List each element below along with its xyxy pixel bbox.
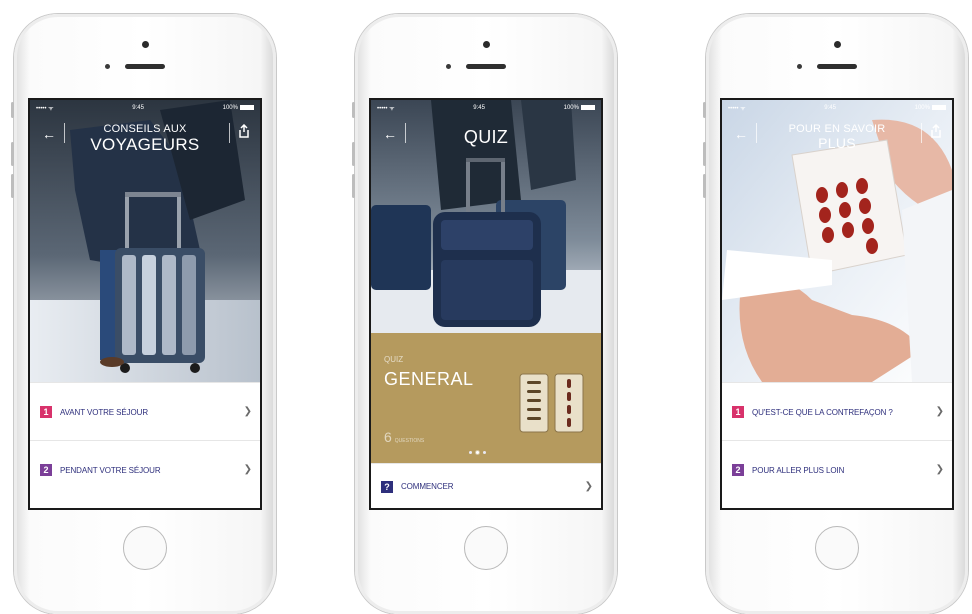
nav-divider-left [64, 123, 65, 143]
earpiece-speaker [817, 64, 857, 69]
menu-item-during-stay[interactable]: 2 PENDANT VOTRE SÉJOUR ❯ [30, 440, 260, 499]
start-quiz-button[interactable]: ? COMMENCER ❯ [371, 463, 601, 508]
question-mark-badge: ? [381, 480, 393, 493]
home-button[interactable] [815, 526, 859, 570]
section-number-badge: 2 [732, 464, 744, 476]
nav-divider-right [921, 123, 922, 143]
quiz-subtitle: QUIZ [384, 355, 404, 364]
earpiece-speaker [466, 64, 506, 69]
volume-down-button [352, 174, 355, 198]
status-bar: ••••• ᯤ 9:45 100% [728, 103, 946, 113]
proximity-sensor [105, 64, 110, 69]
chevron-right-icon: ❯ [584, 480, 593, 492]
home-button[interactable] [123, 526, 167, 570]
front-camera [482, 41, 490, 48]
menu-item-go-further[interactable]: 2 POUR ALLER PLUS LOIN ❯ [722, 440, 952, 499]
battery-icon [931, 104, 946, 110]
earpiece-speaker [125, 64, 165, 69]
nav-divider-left [405, 123, 406, 143]
page-dot-active[interactable] [476, 451, 479, 454]
signal-icon: ••••• ᯤ [728, 106, 746, 112]
quiz-title: GENERAL [384, 369, 474, 389]
battery-indicator: 100% [564, 104, 595, 111]
status-time: 9:45 [824, 105, 836, 111]
battery-indicator: 100% [223, 104, 254, 111]
status-bar: ••••• ᯤ 9:45 100% [36, 103, 254, 113]
share-icon[interactable] [930, 124, 942, 138]
front-camera [833, 41, 841, 48]
page-dot[interactable] [469, 451, 472, 454]
question-count: 6 QUESTIONS [384, 429, 425, 445]
mute-switch [703, 102, 706, 118]
nav-divider-left [756, 123, 757, 143]
menu-item-before-stay[interactable]: 1 AVANT VOTRE SÉJOUR ❯ [30, 382, 260, 441]
status-bar: ••••• ᯤ 9:45 100% [377, 103, 595, 113]
battery-icon [580, 104, 595, 110]
app-screen-learn-more: ••••• ᯤ 9:45 100% ← POUR EN SAVOIR PLUS … [720, 98, 954, 510]
nav-divider-right [229, 123, 230, 143]
status-time: 9:45 [132, 105, 144, 111]
back-arrow-icon[interactable]: ← [42, 126, 56, 142]
menu-item-what-is-counterfeit[interactable]: 1 QU'EST-CE QUE LA CONTREFAÇON ? ❯ [722, 382, 952, 441]
nav-bar: ← POUR EN SAVOIR PLUS [722, 118, 952, 168]
menu-item-label: QU'EST-CE QUE LA CONTREFAÇON ? [752, 407, 893, 417]
proximity-sensor [446, 64, 451, 69]
menu-item-label: COMMENCER [401, 482, 454, 491]
volume-up-button [11, 142, 14, 166]
pill-blister-icon [519, 373, 584, 433]
phone-device-1: ••••• ᯤ 9:45 100% ← CONSEILS AUX VOYAGEU… [11, 14, 276, 614]
status-time: 9:45 [473, 105, 485, 111]
phone-device-3: ••••• ᯤ 9:45 100% ← POUR EN SAVOIR PLUS … [703, 14, 968, 614]
section-number-badge: 2 [40, 464, 52, 476]
chevron-right-icon: ❯ [243, 406, 252, 417]
page-dot[interactable] [483, 451, 486, 454]
page-title: CONSEILS AUX VOYAGEURS [90, 123, 200, 154]
menu-item-label: POUR ALLER PLUS LOIN [752, 465, 845, 475]
battery-indicator: 100% [915, 104, 946, 111]
mute-switch [11, 102, 14, 118]
section-number-badge: 1 [40, 406, 52, 418]
chevron-right-icon: ❯ [243, 464, 252, 475]
signal-icon: ••••• ᯤ [377, 106, 395, 112]
page-indicator[interactable] [469, 451, 486, 454]
app-screen-travel-advice: ••••• ᯤ 9:45 100% ← CONSEILS AUX VOYAGEU… [28, 98, 262, 510]
signal-icon: ••••• ᯤ [36, 106, 54, 112]
share-icon[interactable] [238, 124, 250, 138]
menu-item-label: PENDANT VOTRE SÉJOUR [60, 465, 161, 475]
nav-bar: ← QUIZ [371, 118, 601, 168]
nav-bar: ← CONSEILS AUX VOYAGEURS [30, 118, 260, 168]
phone-device-2: ••••• ᯤ 9:45 100% ← QUIZ QUIZ GENERAL 6 … [352, 14, 617, 614]
back-arrow-icon[interactable]: ← [383, 126, 397, 142]
app-screen-quiz: ••••• ᯤ 9:45 100% ← QUIZ QUIZ GENERAL 6 … [369, 98, 603, 510]
chevron-right-icon: ❯ [935, 464, 944, 475]
proximity-sensor [797, 64, 802, 69]
volume-down-button [703, 174, 706, 198]
front-camera [141, 41, 149, 48]
home-button[interactable] [464, 526, 508, 570]
battery-icon [239, 104, 254, 110]
page-title: POUR EN SAVOIR PLUS [788, 123, 886, 151]
menu-item-label: AVANT VOTRE SÉJOUR [60, 407, 148, 417]
chevron-right-icon: ❯ [935, 406, 944, 417]
mute-switch [352, 102, 355, 118]
volume-up-button [352, 142, 355, 166]
page-title: QUIZ [463, 127, 509, 147]
section-number-badge: 1 [732, 406, 744, 418]
volume-up-button [703, 142, 706, 166]
quiz-card-general[interactable]: QUIZ GENERAL 6 QUESTIONS [371, 333, 601, 463]
volume-down-button [11, 174, 14, 198]
back-arrow-icon[interactable]: ← [734, 126, 748, 142]
